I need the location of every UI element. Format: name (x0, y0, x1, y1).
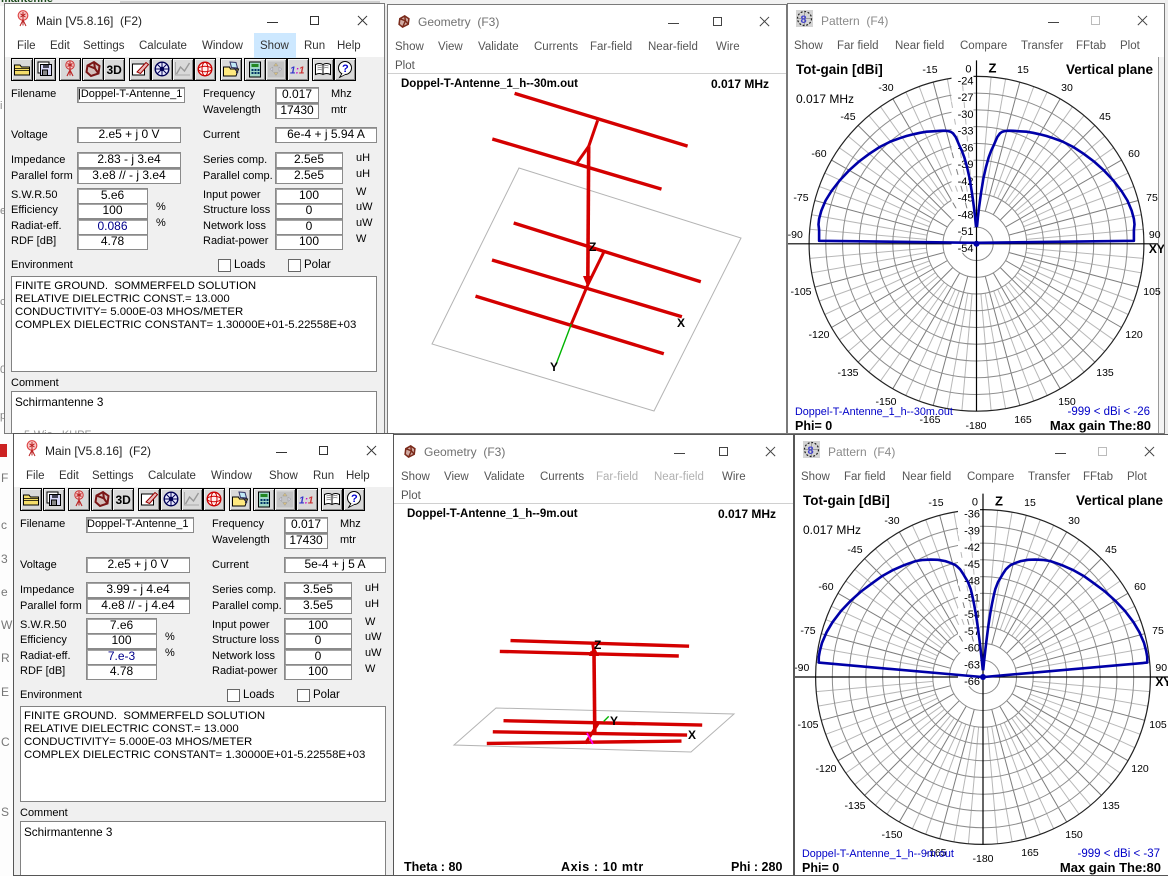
svg-text:-51: -51 (958, 226, 974, 238)
svg-text:0: 0 (972, 497, 978, 509)
svg-text:-150: -150 (881, 829, 902, 841)
svg-text:90: 90 (1155, 662, 1167, 674)
svg-text:45: 45 (1099, 111, 1111, 123)
svg-text:90: 90 (1149, 229, 1161, 241)
svg-text:-60: -60 (818, 581, 833, 593)
svg-text:105: 105 (1149, 719, 1167, 731)
svg-text:-75: -75 (793, 192, 808, 204)
svg-text:-30: -30 (884, 515, 899, 527)
svg-text:-180: -180 (972, 853, 993, 865)
svg-text:-48: -48 (958, 209, 974, 221)
svg-text:0: 0 (965, 63, 971, 75)
svg-text:?: ? (351, 493, 358, 505)
svg-text:15: 15 (1017, 64, 1029, 76)
svg-text:1:1: 1:1 (299, 496, 314, 507)
svg-text:75: 75 (1146, 192, 1158, 204)
svg-text:135: 135 (1102, 800, 1120, 812)
svg-text:60: 60 (1134, 581, 1146, 593)
svg-text:-105: -105 (797, 719, 818, 731)
svg-text:-45: -45 (847, 544, 862, 556)
svg-text:-105: -105 (790, 286, 811, 298)
svg-text:1:1: 1:1 (290, 66, 305, 77)
svg-text:75: 75 (1152, 625, 1164, 637)
svg-text:-30: -30 (958, 109, 974, 121)
svg-text:-24: -24 (958, 75, 974, 87)
svg-text:30: 30 (1068, 515, 1080, 527)
svg-text:Z: Z (989, 60, 997, 75)
svg-text:150: 150 (1065, 829, 1083, 841)
svg-text:-63: -63 (964, 659, 980, 671)
svg-text:45: 45 (1105, 544, 1117, 556)
svg-text:-90: -90 (795, 662, 809, 674)
svg-text:Z: Z (995, 494, 1003, 509)
svg-text:120: 120 (1125, 329, 1143, 341)
svg-text:60: 60 (1128, 148, 1140, 160)
svg-text:-27: -27 (958, 92, 974, 104)
svg-text:-120: -120 (815, 763, 836, 775)
svg-text:3D: 3D (107, 63, 123, 77)
svg-text:-30: -30 (878, 82, 893, 94)
svg-text:-120: -120 (808, 329, 829, 341)
svg-text:105: 105 (1143, 286, 1161, 298)
svg-text:-135: -135 (837, 367, 858, 379)
svg-text:XY: XY (1149, 242, 1165, 256)
svg-text:-15: -15 (928, 497, 943, 509)
svg-text:15: 15 (1024, 497, 1036, 509)
svg-text:-33: -33 (958, 126, 974, 138)
svg-text:-45: -45 (840, 111, 855, 123)
svg-text:30: 30 (1061, 82, 1073, 94)
svg-text:-60: -60 (811, 148, 826, 160)
svg-text:XY: XY (1155, 675, 1168, 689)
svg-text:3D: 3D (116, 493, 132, 507)
svg-text:-45: -45 (964, 559, 980, 571)
svg-text:-135: -135 (844, 800, 865, 812)
svg-text:-75: -75 (800, 625, 815, 637)
svg-text:-54: -54 (958, 243, 974, 255)
svg-text:-180: -180 (965, 420, 986, 432)
svg-text:135: 135 (1096, 367, 1114, 379)
svg-text:-90: -90 (788, 229, 803, 241)
svg-text:-15: -15 (922, 64, 937, 76)
svg-text:120: 120 (1131, 763, 1149, 775)
svg-text:-60: -60 (964, 643, 980, 655)
svg-text:-42: -42 (964, 542, 980, 554)
svg-text:-36: -36 (964, 509, 980, 521)
svg-text:?: ? (342, 63, 349, 75)
svg-text:-39: -39 (964, 525, 980, 537)
